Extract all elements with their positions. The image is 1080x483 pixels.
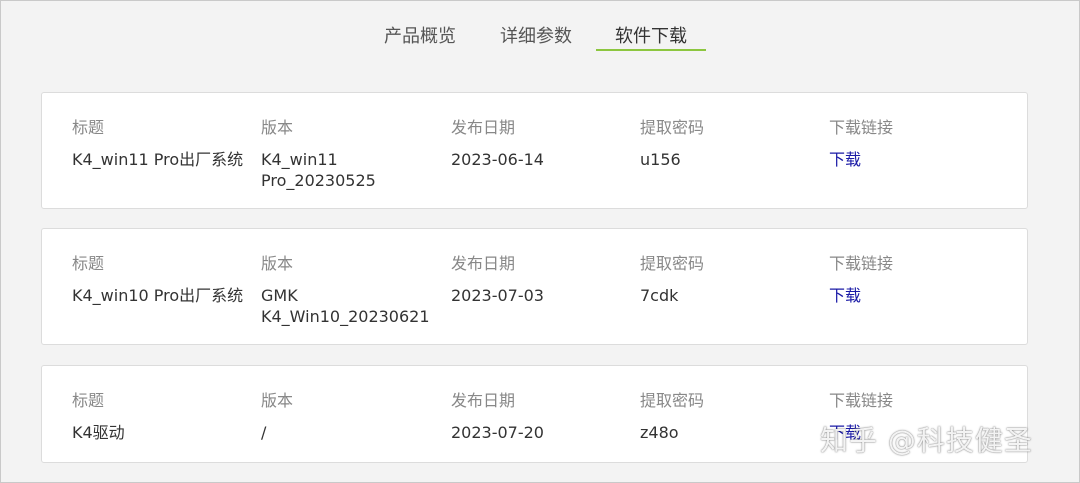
tab-software-download[interactable]: 软件下载 [615,22,687,48]
link-label: 下载链接 [829,118,894,137]
active-tab-indicator [596,49,706,51]
code-label: 提取密码 [640,118,705,137]
title-label: 标题 [72,254,105,273]
tab-detailed-specs[interactable]: 详细参数 [500,22,572,48]
download-card: 标题 K4_win10 Pro出厂系统 版本 GMK K4_Win10_2023… [41,228,1028,345]
version-label: 版本 [261,391,294,410]
version-line: GMK [261,286,298,305]
date-value: 2023-07-20 [451,423,544,442]
date-label: 发布日期 [451,254,516,273]
link-value-wrapper: 下载 [829,149,861,170]
title-value: K4_win11 Pro出厂系统 [72,150,244,169]
download-link[interactable]: 下载 [829,150,861,169]
code-value: z48o [640,423,679,442]
download-link[interactable]: 下载 [829,286,861,305]
zhihu-watermark: 知乎 @科技健圣 [820,424,1033,457]
version-line: K4_win11 [261,150,338,169]
link-label: 下载链接 [829,254,894,273]
version-line: / [261,423,267,442]
download-card: 标题 K4_win11 Pro出厂系统 版本 K4_win11 Pro_2023… [41,92,1028,209]
code-value: u156 [640,150,681,169]
date-label: 发布日期 [451,118,516,137]
code-label: 提取密码 [640,391,705,410]
code-label: 提取密码 [640,254,705,273]
version-label: 版本 [261,118,294,137]
tab-bar: 产品概览 详细参数 软件下载 [0,0,1080,56]
link-value-wrapper: 下载 [829,285,861,306]
link-label: 下载链接 [829,391,894,410]
tab-product-overview[interactable]: 产品概览 [384,22,456,48]
version-label: 版本 [261,254,294,273]
version-value: GMK K4_Win10_20230621 [261,285,430,327]
version-line: Pro_20230525 [261,171,376,190]
title-label: 标题 [72,391,105,410]
version-value: K4_win11 Pro_20230525 [261,149,376,191]
code-value: 7cdk [640,286,679,305]
title-label: 标题 [72,118,105,137]
date-value: 2023-07-03 [451,286,544,305]
title-value: K4_win10 Pro出厂系统 [72,286,244,305]
title-value: K4驱动 [72,423,125,442]
date-label: 发布日期 [451,391,516,410]
version-line: K4_Win10_20230621 [261,307,430,326]
date-value: 2023-06-14 [451,150,544,169]
version-value: / [261,422,266,443]
